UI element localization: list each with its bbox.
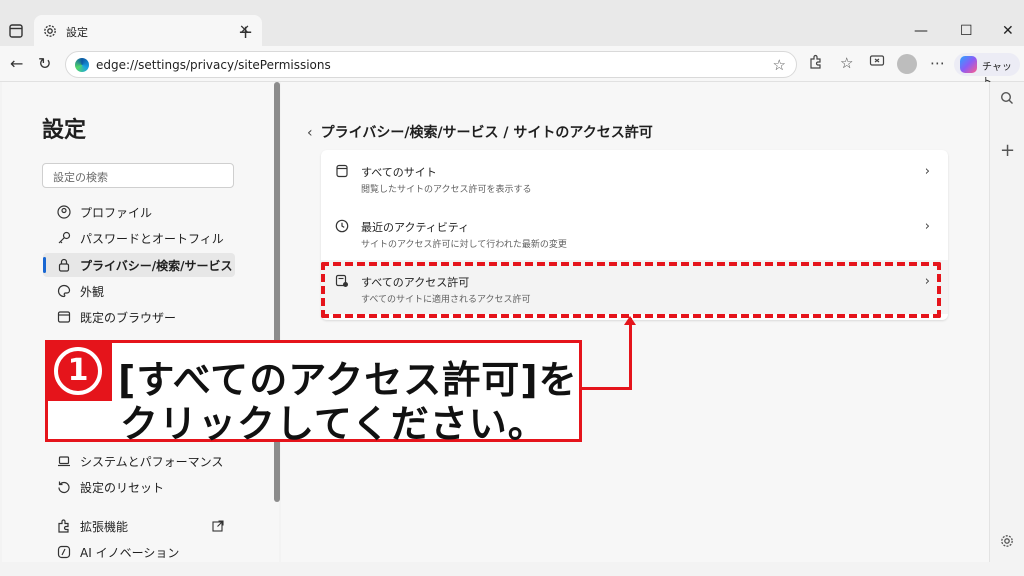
sidebar-item-profile[interactable]: プロファイル — [43, 200, 235, 224]
sidebar-item-label: パスワードとオートフィル — [80, 232, 224, 246]
address-bar[interactable]: edge://settings/privacy/sitePermissions … — [65, 51, 797, 78]
ai-icon — [57, 545, 71, 559]
connector-line — [629, 318, 632, 390]
tab-actions-icon[interactable] — [8, 23, 28, 43]
sidebar-item-label: 設定のリセット — [80, 481, 165, 495]
chevron-right-icon: › — [924, 164, 930, 179]
sidebar-item-default-browser[interactable]: 既定のブラウザー — [43, 305, 235, 329]
clock-icon — [335, 219, 349, 233]
row-title: すべてのサイト — [361, 166, 437, 179]
recent-activity-row[interactable]: 最近のアクティビティ サイトのアクセス許可に対して行われた最新の変更 › — [321, 205, 948, 259]
sidebar-item-passwords[interactable]: パスワードとオートフィル — [43, 226, 235, 250]
palette-icon — [57, 284, 71, 298]
sidebar-item-extensions[interactable]: 拡張機能 — [43, 514, 235, 538]
instruction-callout: 1 [すべてのアクセス許可]を クリックしてください。 — [45, 340, 582, 446]
page-icon — [335, 164, 349, 178]
sidebar-item-label: 既定のブラウザー — [80, 311, 177, 325]
copilot-icon — [960, 56, 977, 73]
highlight-dashed-box — [321, 262, 941, 318]
maximize-button[interactable]: ☐ — [960, 23, 973, 39]
minimize-button[interactable]: — — [914, 23, 928, 39]
row-title: 最近のアクティビティ — [361, 221, 470, 234]
refresh-icon[interactable]: ↻ — [38, 54, 51, 73]
sidebar-item-label: 外観 — [80, 285, 105, 299]
extensions-icon[interactable] — [808, 54, 823, 69]
browser-toolbar: ← ↻ edge://settings/privacy/sitePermissi… — [0, 46, 1024, 88]
all-sites-row[interactable]: すべてのサイト 閲覧したサイトのアクセス許可を表示する › — [321, 150, 948, 204]
sidebar-item-system[interactable]: システムとパフォーマンス — [43, 449, 235, 473]
row-subtitle: サイトのアクセス許可に対して行われた最新の変更 — [361, 240, 567, 250]
sidebar-item-label: プロファイル — [80, 206, 153, 220]
sidebar-item-label: プライバシー/検索/サービス — [80, 259, 233, 273]
chevron-right-icon: › — [924, 219, 930, 234]
url-text[interactable]: edge://settings/privacy/sitePermissions — [96, 58, 331, 72]
instruction-line-2: クリックしてください。 — [120, 402, 547, 446]
lock-icon — [57, 258, 71, 272]
sidebar-item-label: システムとパフォーマンス — [80, 455, 224, 469]
copilot-button[interactable]: チャット — [954, 53, 1020, 88]
edge-sidebar: + — [989, 82, 1024, 562]
sidebar-item-ai[interactable]: AI イノベーション — [43, 540, 235, 564]
connector-line — [578, 387, 632, 390]
tab-title: 設定 — [66, 26, 88, 39]
laptop-icon — [57, 454, 71, 468]
browser-icon — [57, 310, 71, 324]
key-icon — [57, 231, 71, 245]
favorites-icon[interactable]: ☆ — [840, 54, 853, 72]
search-icon[interactable] — [1000, 91, 1014, 105]
sidebar-item-reset[interactable]: 設定のリセット — [43, 475, 235, 499]
add-icon[interactable]: + — [1000, 140, 1015, 161]
profile-avatar[interactable] — [897, 54, 917, 74]
profile-icon — [57, 205, 71, 219]
puzzle-icon — [57, 519, 71, 533]
sidebar-item-label: AI イノベーション — [80, 546, 180, 560]
back-icon[interactable]: ← — [10, 54, 23, 73]
settings-title: 設定 — [42, 118, 87, 143]
tab-bar: 設定 ✕ + — ☐ ✕ — [0, 0, 1024, 47]
breadcrumb-text: プライバシー/検索/サービス / サイトのアクセス許可 — [320, 125, 653, 141]
gear-icon[interactable] — [1000, 534, 1014, 548]
more-options-icon[interactable]: ⋯ — [930, 54, 945, 72]
row-subtitle: 閲覧したサイトのアクセス許可を表示する — [361, 185, 532, 195]
close-window-button[interactable]: ✕ — [1002, 23, 1014, 39]
gear-icon — [43, 24, 57, 38]
screenshot-icon[interactable] — [869, 54, 885, 69]
sidebar-item-appearance[interactable]: 外観 — [43, 279, 235, 303]
reset-icon — [57, 480, 71, 494]
back-chevron-icon[interactable]: ‹ — [307, 125, 313, 141]
new-tab-icon[interactable]: + — [238, 22, 253, 43]
favorite-star-icon[interactable]: ☆ — [773, 56, 786, 74]
external-link-icon — [212, 520, 224, 532]
breadcrumb: ‹ プライバシー/検索/サービス / サイトのアクセス許可 — [307, 122, 653, 142]
settings-search-input[interactable]: 設定の検索 — [42, 163, 234, 188]
step-badge: 1 — [48, 343, 112, 401]
step-number: 1 — [54, 347, 102, 395]
sidebar-item-label: 拡張機能 — [80, 520, 129, 534]
sidebar-item-privacy[interactable]: プライバシー/検索/サービス — [43, 253, 235, 277]
edge-logo-icon — [75, 58, 89, 72]
tab-settings[interactable]: 設定 ✕ — [34, 15, 262, 47]
